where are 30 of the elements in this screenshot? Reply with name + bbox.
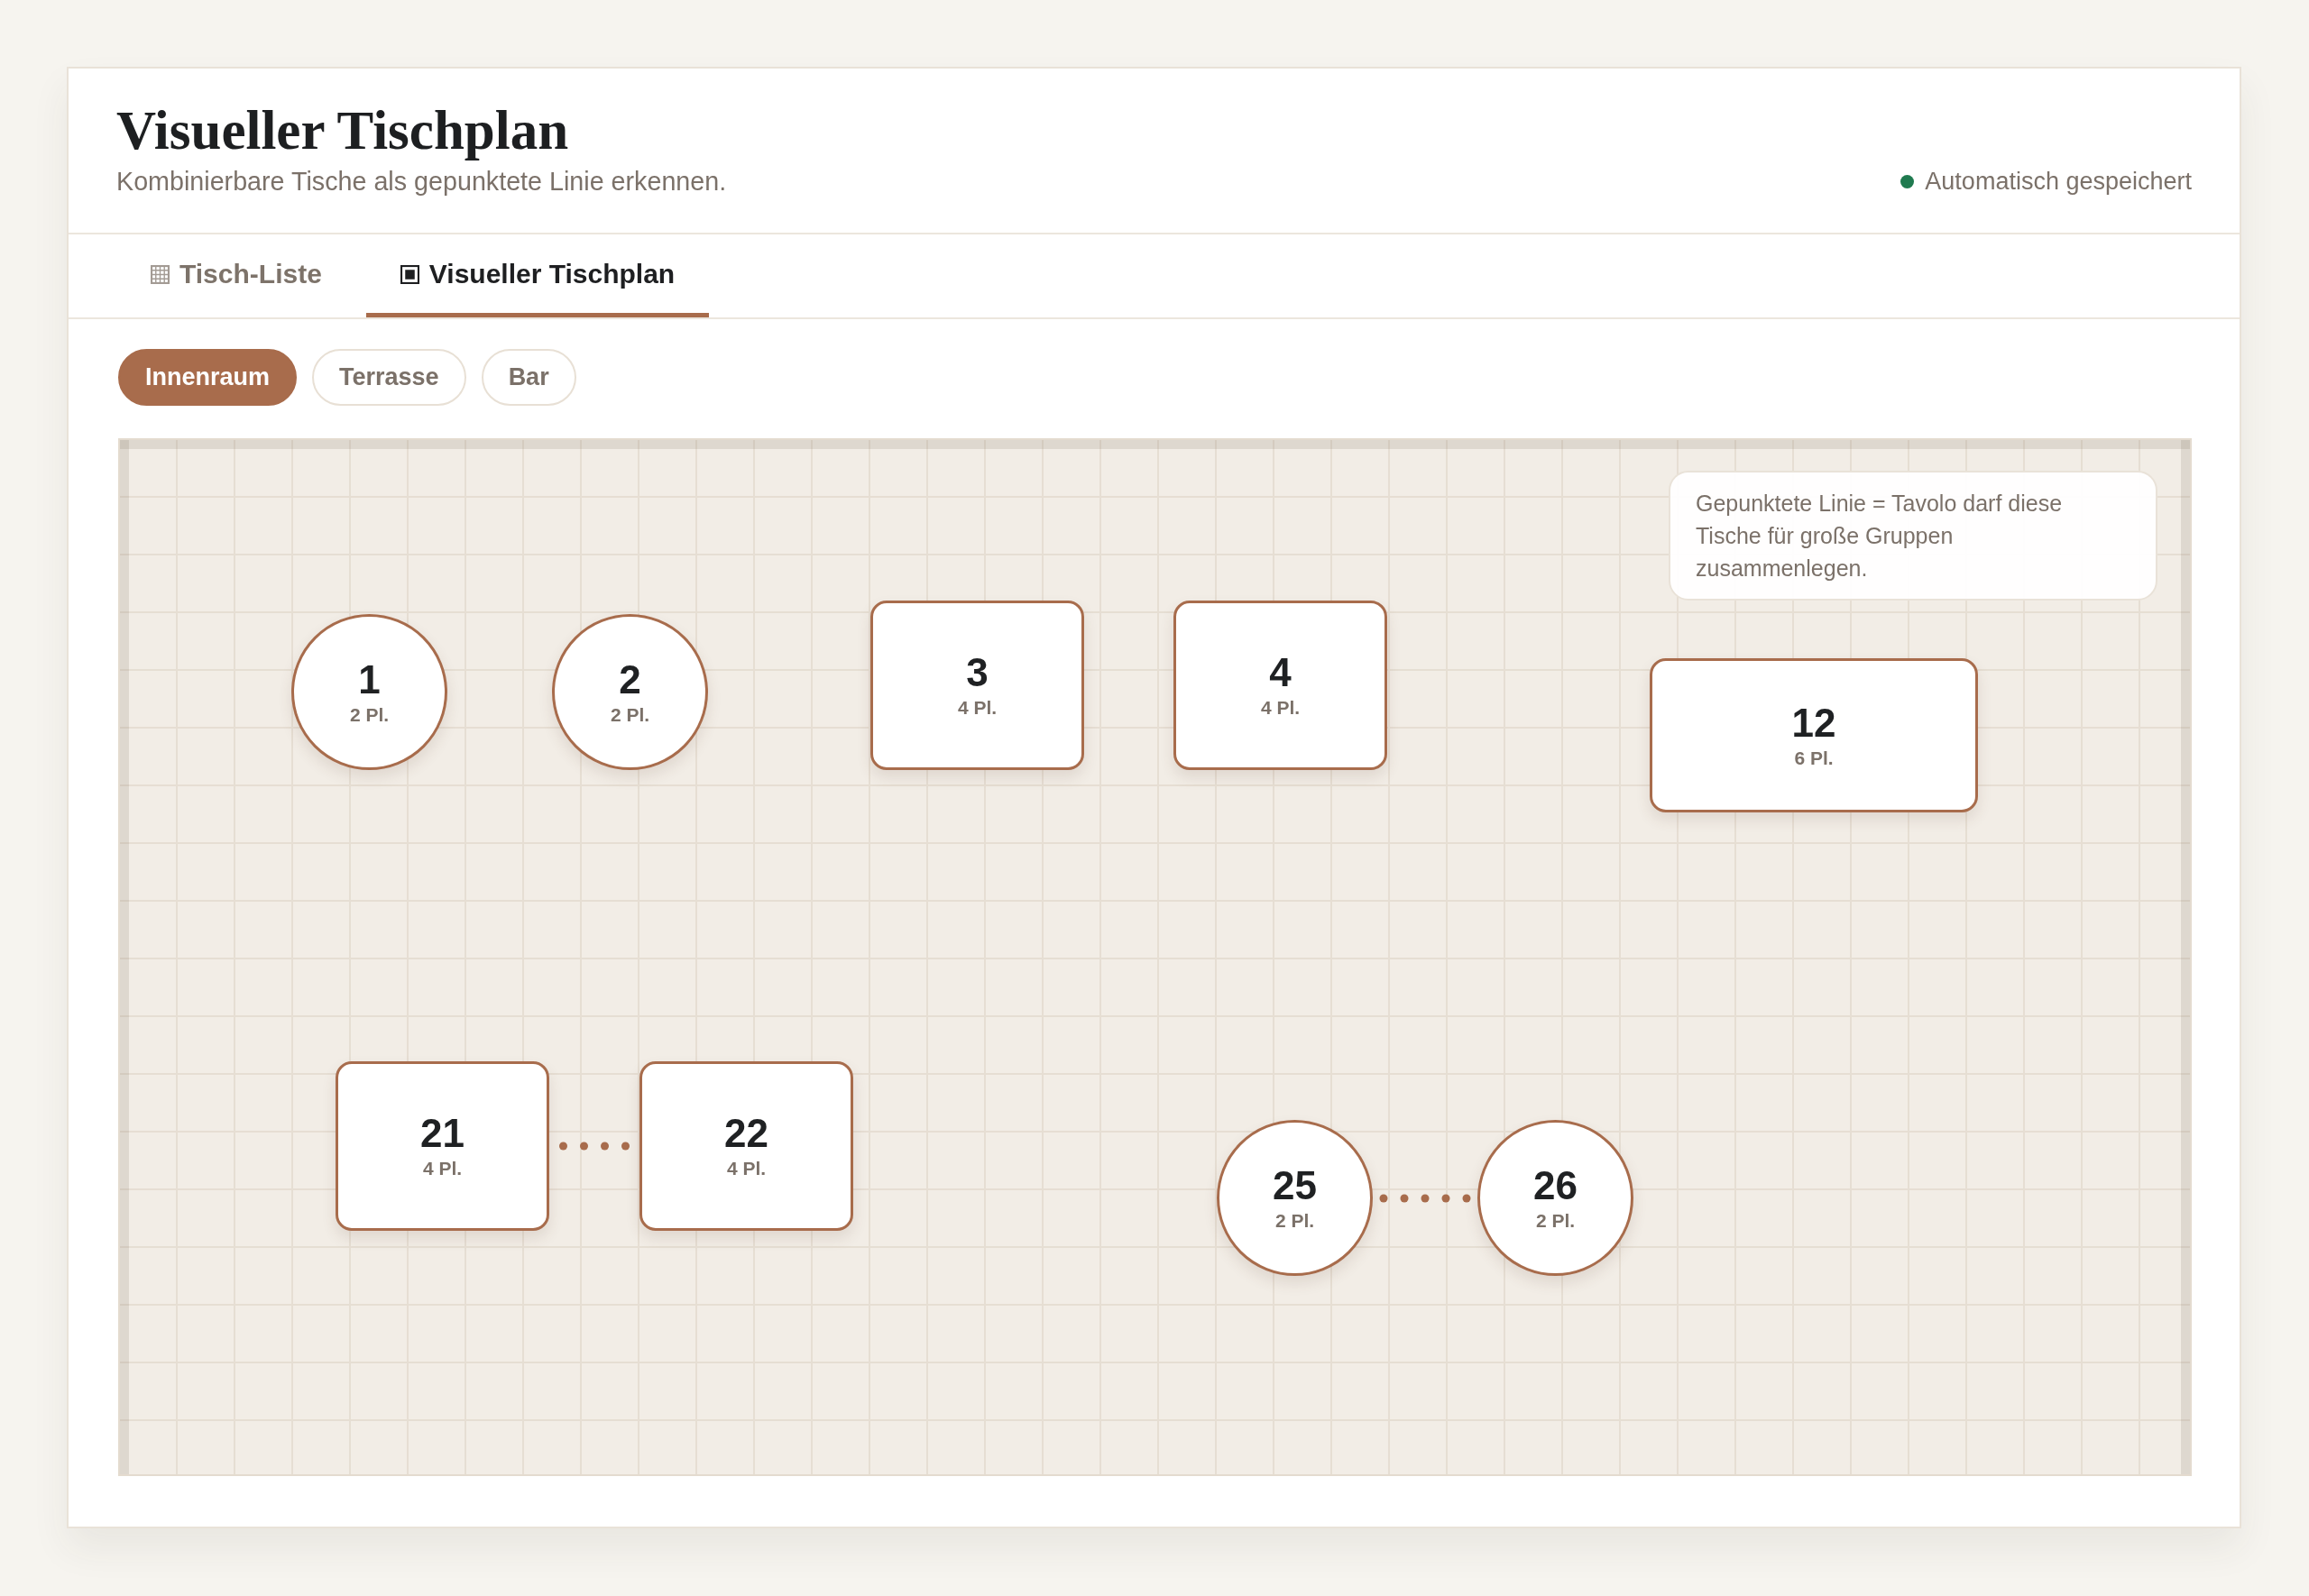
table-number: 1	[358, 658, 381, 701]
seat-count: 4 Pl.	[1260, 697, 1301, 719]
seat-count: 4 Pl.	[957, 697, 998, 719]
seat-count: 2 Pl.	[1274, 1209, 1315, 1232]
area-filter[interactable]: Bar	[481, 349, 576, 406]
seat-count: 2 Pl.	[1535, 1209, 1576, 1232]
table-number: 12	[1791, 702, 1836, 744]
seat-count: 2 Pl.	[610, 703, 650, 726]
square-icon	[400, 264, 419, 284]
table-number: 3	[966, 652, 989, 693]
seat-count: 2 Pl.	[349, 703, 390, 726]
grid-icon	[151, 264, 170, 284]
table-number: 4	[1269, 652, 1292, 693]
area-filter[interactable]: Innenraum	[118, 349, 298, 406]
table-number: 2	[619, 658, 641, 701]
legend-note: Gepunktete Linie = Tavolo darf diese Tische für große Gruppen zusammenlegen.	[1669, 471, 2157, 601]
status-dot-icon	[1900, 174, 1915, 188]
seat-count: 4 Pl.	[726, 1158, 767, 1179]
area-filter[interactable]: Terrasse	[312, 349, 466, 406]
table-number: 25	[1273, 1164, 1317, 1206]
page-title: Visueller Tischplan	[116, 101, 570, 161]
save-status: Automatisch gespeichert	[1925, 167, 2192, 197]
table-number: 22	[724, 1113, 768, 1154]
seat-count: 6 Pl.	[1794, 747, 1834, 769]
seat-count: 4 Pl.	[422, 1158, 463, 1179]
tab[interactable]: Visueller Tischplan	[365, 234, 710, 317]
tab[interactable]: Tisch-Liste	[116, 234, 356, 317]
table-number: 26	[1533, 1164, 1578, 1206]
table-number: 21	[420, 1113, 465, 1154]
page-subtitle: Kombinierbare Tische als gepunktete Linie erkennen.	[116, 166, 727, 197]
